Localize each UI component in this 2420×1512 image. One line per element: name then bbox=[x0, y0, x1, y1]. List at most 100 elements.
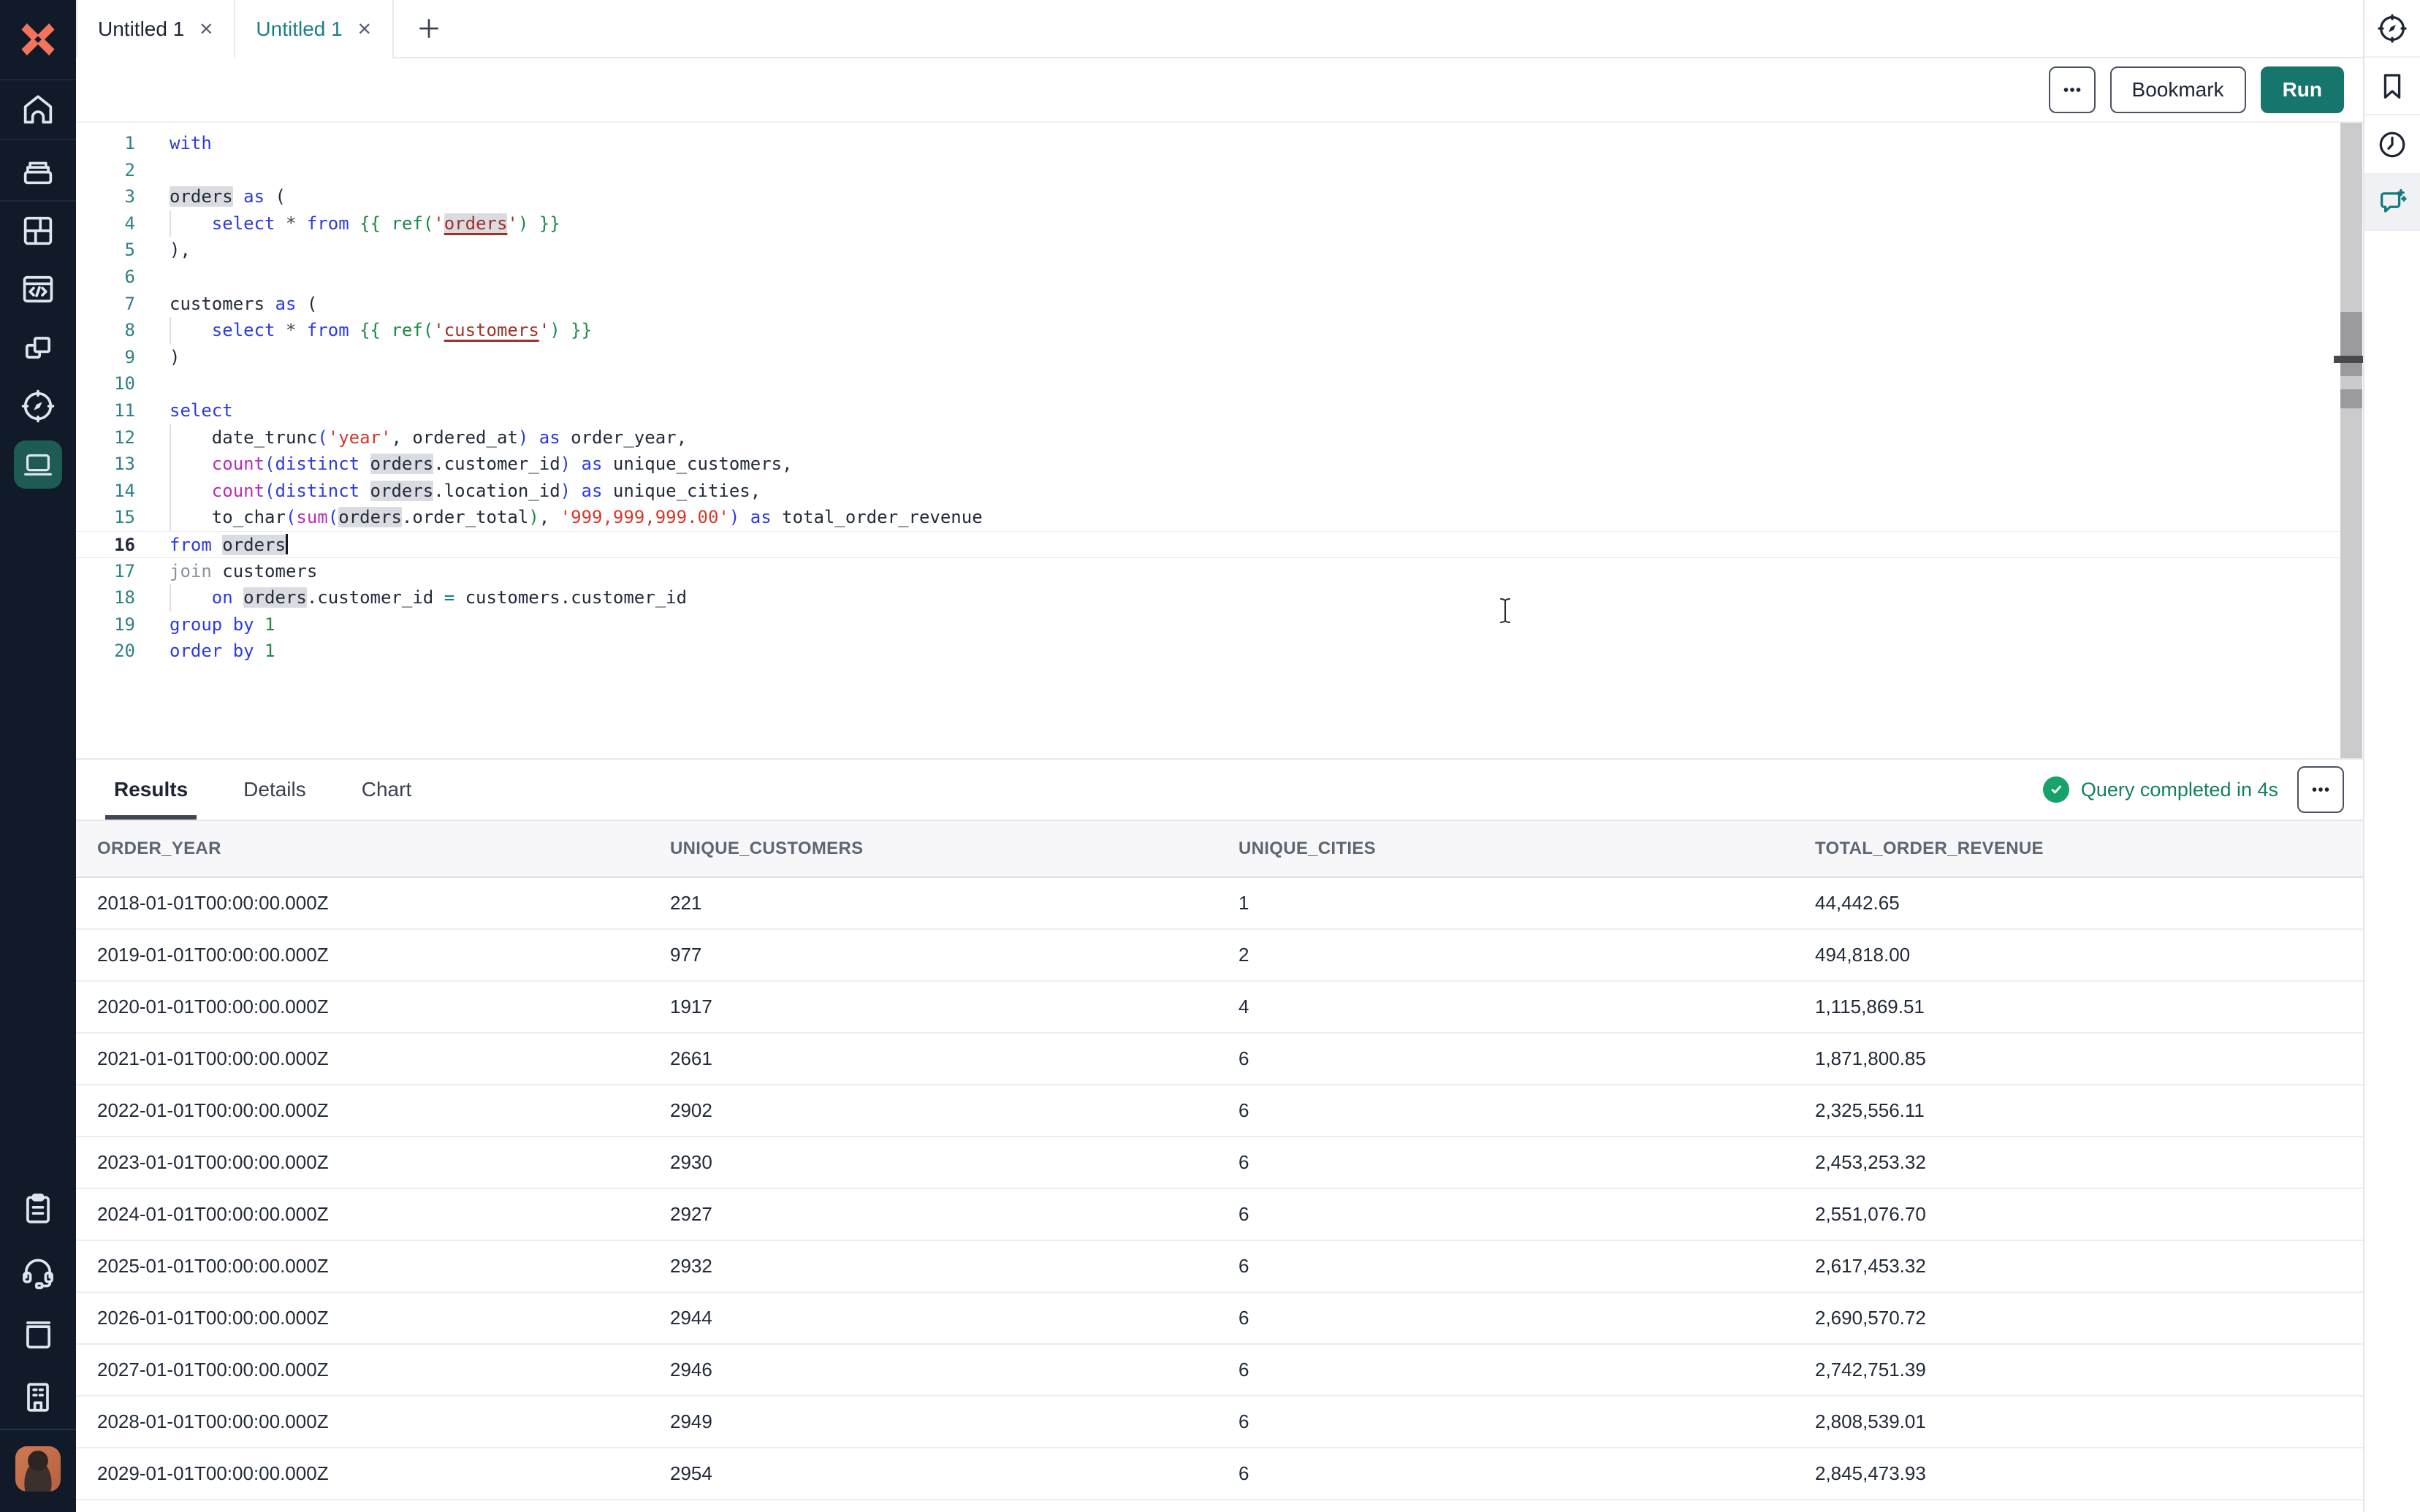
cell-toolbar: Bookmark Run bbox=[76, 58, 2363, 123]
table-row[interactable]: 2024-01-01T00:00:00.000Z292762,551,076.7… bbox=[76, 1189, 2363, 1241]
table-row[interactable]: 2022-01-01T00:00:00.000Z290262,325,556.1… bbox=[76, 1085, 2363, 1137]
code-line[interactable]: 3orders as ( bbox=[76, 183, 2363, 210]
left-sidebar bbox=[0, 0, 76, 1512]
sidebar-item-clipboard[interactable] bbox=[0, 1177, 76, 1240]
run-button[interactable]: Run bbox=[2261, 66, 2344, 113]
table-row[interactable]: 2019-01-01T00:00:00.000Z9772494,818.00 bbox=[76, 930, 2363, 982]
sidebar-item-dashboard-grid[interactable] bbox=[0, 202, 76, 260]
editor-scrollbar[interactable] bbox=[2340, 123, 2362, 758]
table-row[interactable]: 2026-01-01T00:00:00.000Z294462,690,570.7… bbox=[76, 1293, 2363, 1345]
hex-logo[interactable] bbox=[0, 0, 76, 79]
code-line[interactable]: 2 bbox=[76, 157, 2363, 184]
sidebar-item-code-window[interactable] bbox=[0, 260, 76, 318]
table-cell: 2661 bbox=[670, 1034, 1238, 1084]
sidebar-item-terminal-laptop[interactable] bbox=[0, 435, 76, 494]
code-line[interactable]: 8 select * from {{ ref('customers') }} bbox=[76, 317, 2363, 344]
editor-scrollbar-thumb-secondary[interactable] bbox=[2340, 389, 2362, 408]
close-icon[interactable]: ✕ bbox=[357, 19, 372, 40]
results-tab-details[interactable]: Details bbox=[235, 760, 315, 820]
sidebar-item-building-org[interactable] bbox=[0, 1366, 76, 1429]
line-number: 10 bbox=[76, 370, 135, 397]
editor-scrollbar-thumb[interactable] bbox=[2340, 312, 2362, 376]
code-line[interactable]: 15 to_char(sum(orders.order_total), '999… bbox=[76, 504, 2363, 531]
code-text: orders as ( bbox=[135, 183, 286, 210]
sidebar-item-archive-drawer[interactable] bbox=[0, 140, 76, 202]
table-cell: 2879 bbox=[670, 1500, 1238, 1512]
code-line[interactable]: 11select bbox=[76, 397, 2363, 424]
table-row[interactable]: 2020-01-01T00:00:00.000Z191741,115,869.5… bbox=[76, 982, 2363, 1034]
code-text: select bbox=[135, 397, 233, 424]
line-number: 9 bbox=[76, 344, 135, 371]
code-line[interactable]: 7customers as ( bbox=[76, 291, 2363, 318]
line-number: 19 bbox=[76, 611, 135, 638]
code-line[interactable]: 18 on orders.customer_id = customers.cus… bbox=[76, 584, 2363, 611]
line-number: 15 bbox=[76, 504, 135, 531]
sidebar-item-ai-assistant-chat[interactable] bbox=[2364, 173, 2420, 231]
table-row[interactable]: 2021-01-01T00:00:00.000Z266161,871,800.8… bbox=[76, 1034, 2363, 1085]
table-cell: 2,808,539.01 bbox=[1815, 1397, 2363, 1447]
more-options-button[interactable] bbox=[2049, 66, 2096, 113]
bookmark-button[interactable]: Bookmark bbox=[2110, 66, 2246, 113]
code-line[interactable]: 12 date_trunc('year', ordered_at) as ord… bbox=[76, 424, 2363, 451]
code-line[interactable]: 17join customers bbox=[76, 558, 2363, 585]
table-row[interactable]: 2028-01-01T00:00:00.000Z294962,808,539.0… bbox=[76, 1397, 2363, 1448]
table-row[interactable]: 2030-01-01T00:00:00.000Z287961,841,049.3… bbox=[76, 1500, 2363, 1512]
sidebar-item-headset-support[interactable] bbox=[0, 1240, 76, 1303]
results-more-button[interactable] bbox=[2297, 766, 2344, 813]
table-cell: 6 bbox=[1238, 1293, 1815, 1343]
column-header[interactable]: UNIQUE_CUSTOMERS bbox=[670, 821, 1238, 877]
code-line[interactable]: 4 select * from {{ ref('orders') }} bbox=[76, 210, 2363, 237]
ai-assistant-chat-icon bbox=[2375, 185, 2409, 218]
close-icon[interactable]: ✕ bbox=[199, 19, 213, 40]
table-row[interactable]: 2027-01-01T00:00:00.000Z294662,742,751.3… bbox=[76, 1345, 2363, 1397]
code-text bbox=[135, 157, 170, 184]
code-line[interactable]: 20order by 1 bbox=[76, 638, 2363, 665]
new-tab-button[interactable] bbox=[414, 14, 444, 43]
table-cell: 221 bbox=[670, 878, 1238, 928]
table-cell: 2020-01-01T00:00:00.000Z bbox=[97, 982, 670, 1032]
line-number: 20 bbox=[76, 638, 135, 665]
sidebar-item-windows-stack[interactable] bbox=[0, 318, 76, 377]
sql-editor[interactable]: 1with23orders as (4 select * from {{ ref… bbox=[76, 123, 2363, 758]
code-line[interactable]: 13 count(distinct orders.customer_id) as… bbox=[76, 451, 2363, 478]
sidebar-item-compass[interactable] bbox=[0, 377, 76, 435]
sidebar-item-book-docs[interactable] bbox=[0, 1303, 76, 1366]
column-header[interactable]: UNIQUE_CITIES bbox=[1238, 821, 1815, 877]
code-line[interactable]: 14 count(distinct orders.location_id) as… bbox=[76, 478, 2363, 505]
table-cell: 2,453,253.32 bbox=[1815, 1137, 2363, 1188]
sidebar-item-compass-explore[interactable] bbox=[2364, 0, 2420, 58]
table-cell: 2022-01-01T00:00:00.000Z bbox=[97, 1085, 670, 1136]
code-line[interactable]: 5), bbox=[76, 237, 2363, 264]
code-line[interactable]: 19group by 1 bbox=[76, 611, 2363, 638]
editor-tab[interactable]: Untitled 1✕ bbox=[234, 0, 393, 58]
table-cell: 2021-01-01T00:00:00.000Z bbox=[97, 1034, 670, 1084]
code-line[interactable]: 6 bbox=[76, 264, 2363, 291]
compass-icon bbox=[19, 387, 57, 425]
table-cell: 2946 bbox=[670, 1345, 1238, 1395]
table-cell: 2030-01-01T00:00:00.000Z bbox=[97, 1500, 670, 1512]
table-row[interactable]: 2025-01-01T00:00:00.000Z293262,617,453.3… bbox=[76, 1241, 2363, 1293]
code-line[interactable]: 16from orders bbox=[76, 531, 2363, 558]
terminal-laptop-icon bbox=[21, 448, 55, 481]
table-cell: 6 bbox=[1238, 1137, 1815, 1188]
results-tab-results[interactable]: Results bbox=[105, 760, 197, 820]
code-line[interactable]: 9) bbox=[76, 344, 2363, 371]
editor-tab[interactable]: Untitled 1✕ bbox=[76, 0, 235, 58]
code-line[interactable]: 1with bbox=[76, 130, 2363, 157]
user-avatar[interactable] bbox=[15, 1446, 61, 1492]
sidebar-item-home[interactable] bbox=[0, 79, 76, 140]
table-cell: 1917 bbox=[670, 982, 1238, 1032]
results-tab-chart[interactable]: Chart bbox=[353, 760, 420, 820]
line-number: 18 bbox=[76, 584, 135, 611]
column-header[interactable]: ORDER_YEAR bbox=[97, 821, 670, 877]
sidebar-item-bookmark[interactable] bbox=[2364, 58, 2420, 115]
code-text: ), bbox=[135, 237, 191, 264]
code-line[interactable]: 10 bbox=[76, 370, 2363, 397]
code-text: to_char(sum(orders.order_total), '999,99… bbox=[135, 504, 983, 531]
table-row[interactable]: 2023-01-01T00:00:00.000Z293062,453,253.3… bbox=[76, 1137, 2363, 1189]
table-row[interactable]: 2018-01-01T00:00:00.000Z221144,442.65 bbox=[76, 878, 2363, 930]
table-cell: 1,115,869.51 bbox=[1815, 982, 2363, 1032]
column-header[interactable]: TOTAL_ORDER_REVENUE bbox=[1815, 821, 2363, 877]
table-row[interactable]: 2029-01-01T00:00:00.000Z295462,845,473.9… bbox=[76, 1448, 2363, 1500]
sidebar-item-history-clock[interactable] bbox=[2364, 115, 2420, 173]
